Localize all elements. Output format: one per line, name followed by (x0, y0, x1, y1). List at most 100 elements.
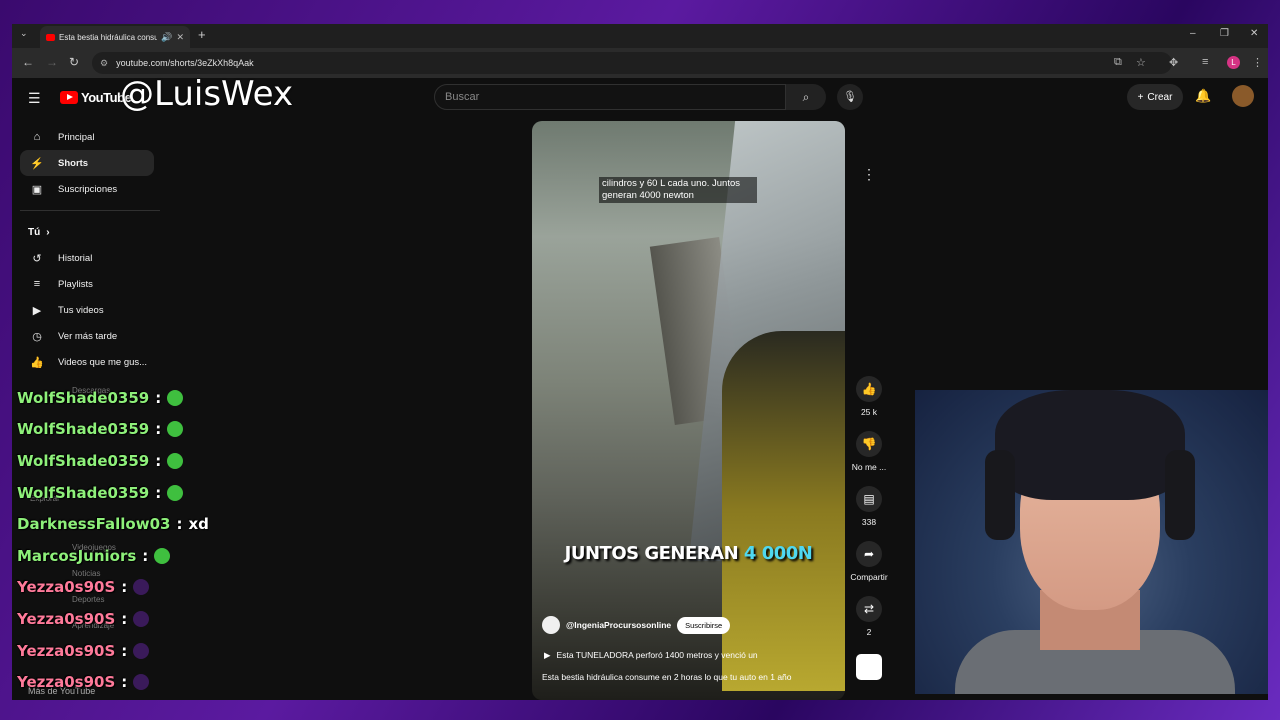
back-icon[interactable]: ← (22, 55, 34, 69)
dislike-label: No me ... (851, 462, 887, 472)
restore-icon[interactable]: ❐ (1220, 28, 1229, 39)
sidebar-item-label: Tus videos (58, 304, 104, 316)
shorts-actions: 👍 25 k 👎 No me ... ▤ 338 ➦ Compartir ⇄ 2 (848, 376, 890, 651)
streamer-webcam (915, 390, 1268, 694)
sidebar-item-tus-videos[interactable]: ▶ Tus videos (20, 297, 154, 323)
chat-message: DarknessFallow03: xd (17, 508, 209, 540)
chat-username: Yezza0s90S (17, 641, 116, 660)
shorts-icon: ⚡ (30, 157, 44, 170)
chat-emote-icon (133, 642, 150, 659)
extensions-icon[interactable]: ✥ (1169, 56, 1178, 69)
you-header-label: Tú (28, 226, 41, 238)
audio-source-thumbnail[interactable] (856, 654, 882, 680)
sidebar-item-label: Principal (58, 131, 95, 143)
menu-icon[interactable]: ☰ (28, 90, 41, 107)
playlists-icon: ≡ (33, 278, 41, 290)
chat-username: Yezza0s90S (17, 609, 116, 628)
chat-separator: : (121, 673, 128, 692)
related-video-title: Esta TUNELADORA perforó 1400 metros y ve… (556, 650, 758, 660)
chat-message: WolfShade0359: (17, 382, 209, 414)
bookmark-star-icon[interactable]: ☆ (1136, 56, 1146, 69)
url-field[interactable]: ⚙ youtube.com/shorts/3eZkXh8qAak (92, 52, 1172, 74)
chat-separator: : (121, 609, 128, 628)
more-options-icon[interactable]: ⋮ (862, 166, 876, 183)
liked-icon: 👍 (30, 356, 44, 369)
stream-chat-overlay: WolfShade0359: WolfShade0359: WolfShade035… (17, 382, 209, 698)
browser-menu-icon[interactable]: ⋮ (1252, 56, 1263, 69)
create-button[interactable]: + Crear (1127, 84, 1183, 110)
remix-count: 2 (866, 627, 872, 637)
close-window-icon[interactable]: ✕ (1250, 28, 1258, 39)
shorts-video[interactable]: cilindros y 60 L cada uno. Juntos genera… (532, 121, 845, 700)
chat-message: Yezza0s90S: (17, 572, 209, 604)
video-caption: cilindros y 60 L cada uno. Juntos genera… (599, 177, 757, 203)
tab-search-icon[interactable]: ⌄ (20, 28, 28, 39)
youtube-favicon-icon (46, 33, 55, 41)
search-button[interactable]: ⌕ (786, 84, 826, 110)
sidebar-item-liked-videos[interactable]: 👍 Videos que me gus... (20, 349, 154, 375)
sidebar-item-label: Playlists (58, 278, 93, 290)
sidebar-item-label: Ver más tarde (58, 330, 118, 342)
sidebar-item-label: Shorts (58, 157, 89, 169)
youtube-header: ☰ YouTube @LuisWex Buscar ⌕ 🎙 + Crear 🔔 (12, 74, 1268, 118)
remix-icon: ⇄ (856, 596, 882, 622)
video-title[interactable]: Esta bestia hidráulica consume en 2 hora… (542, 672, 792, 682)
profile-avatar[interactable]: L (1227, 56, 1240, 69)
comment-count: 338 (861, 517, 877, 527)
media-icon[interactable]: ≡ (1202, 56, 1208, 68)
share-icon: ➦ (856, 541, 882, 567)
subscriptions-icon: ▣ (31, 183, 43, 196)
chat-separator: : (142, 546, 149, 565)
share-button[interactable]: ➦ Compartir (848, 541, 890, 582)
sidebar-item-label: Videos que me gus... (58, 356, 148, 368)
sidebar-item-shorts[interactable]: ⚡ Shorts (20, 150, 154, 176)
video-overlay-text: JUNTOS GENERAN 4 000N (532, 543, 845, 564)
microphone-icon: 🎙 (843, 91, 857, 103)
sidebar-item-historial[interactable]: ↺ Historial (20, 245, 154, 271)
chat-separator: : (121, 641, 128, 660)
chat-separator: : (155, 388, 162, 407)
plus-icon: + (1137, 91, 1144, 103)
voice-search-button[interactable]: 🎙 (837, 84, 863, 110)
sidebar-item-label: Suscripciones (58, 183, 118, 195)
site-info-icon[interactable]: ⚙ (100, 58, 108, 69)
close-tab-icon[interactable]: ✕ (176, 32, 184, 43)
sidebar-divider (20, 210, 160, 211)
comment-icon: ▤ (856, 486, 882, 512)
streamer-watermark: @LuisWex (120, 74, 294, 114)
new-tab-button[interactable]: + (198, 27, 206, 42)
search-input[interactable]: Buscar (434, 84, 786, 110)
share-label: Compartir (850, 572, 888, 582)
remix-button[interactable]: ⇄ 2 (848, 596, 890, 637)
dislike-button[interactable]: 👎 No me ... (848, 431, 890, 472)
minimize-icon[interactable]: – (1190, 28, 1196, 39)
notifications-bell-icon[interactable]: 🔔 (1195, 88, 1211, 104)
thumbs-up-icon: 👍 (856, 376, 882, 402)
chat-username: Yezza0s90S (17, 578, 116, 597)
like-button[interactable]: 👍 25 k (848, 376, 890, 417)
comments-button[interactable]: ▤ 338 (848, 486, 890, 527)
related-video-link[interactable]: ▶ Esta TUNELADORA perforó 1400 metros y … (544, 650, 758, 661)
reload-icon[interactable]: ↻ (69, 55, 79, 69)
audio-icon[interactable]: 🔊 (161, 32, 172, 43)
install-icon[interactable]: ⧉ (1114, 56, 1122, 69)
overlay-text-highlight: 4 000N (743, 543, 813, 564)
chat-username: WolfShade0359 (17, 388, 150, 407)
sidebar-item-ver-mas-tarde[interactable]: ◷ Ver más tarde (20, 323, 154, 349)
channel-avatar[interactable] (542, 616, 560, 634)
sidebar-you-header[interactable]: Tú › (20, 219, 180, 245)
chat-separator: : (155, 420, 162, 439)
sidebar-item-principal[interactable]: ⌂ Principal (20, 124, 154, 150)
chat-emote-icon (133, 674, 150, 691)
chat-username: Yezza0s90S (17, 673, 116, 692)
home-icon: ⌂ (33, 131, 41, 143)
channel-name[interactable]: @IngeniaProcursosonline (566, 620, 671, 630)
account-avatar[interactable] (1232, 85, 1254, 107)
watch-later-icon: ◷ (32, 330, 42, 343)
overlay-text-main: JUNTOS GENERAN (564, 543, 744, 564)
sidebar-item-playlists[interactable]: ≡ Playlists (20, 271, 154, 297)
browser-tab[interactable]: Esta bestia hidráulica consu... 🔊 ✕ (40, 26, 190, 48)
forward-icon[interactable]: → (46, 55, 58, 69)
subscribe-button[interactable]: Suscribirse (677, 616, 731, 634)
sidebar-item-suscripciones[interactable]: ▣ Suscripciones (20, 176, 154, 202)
